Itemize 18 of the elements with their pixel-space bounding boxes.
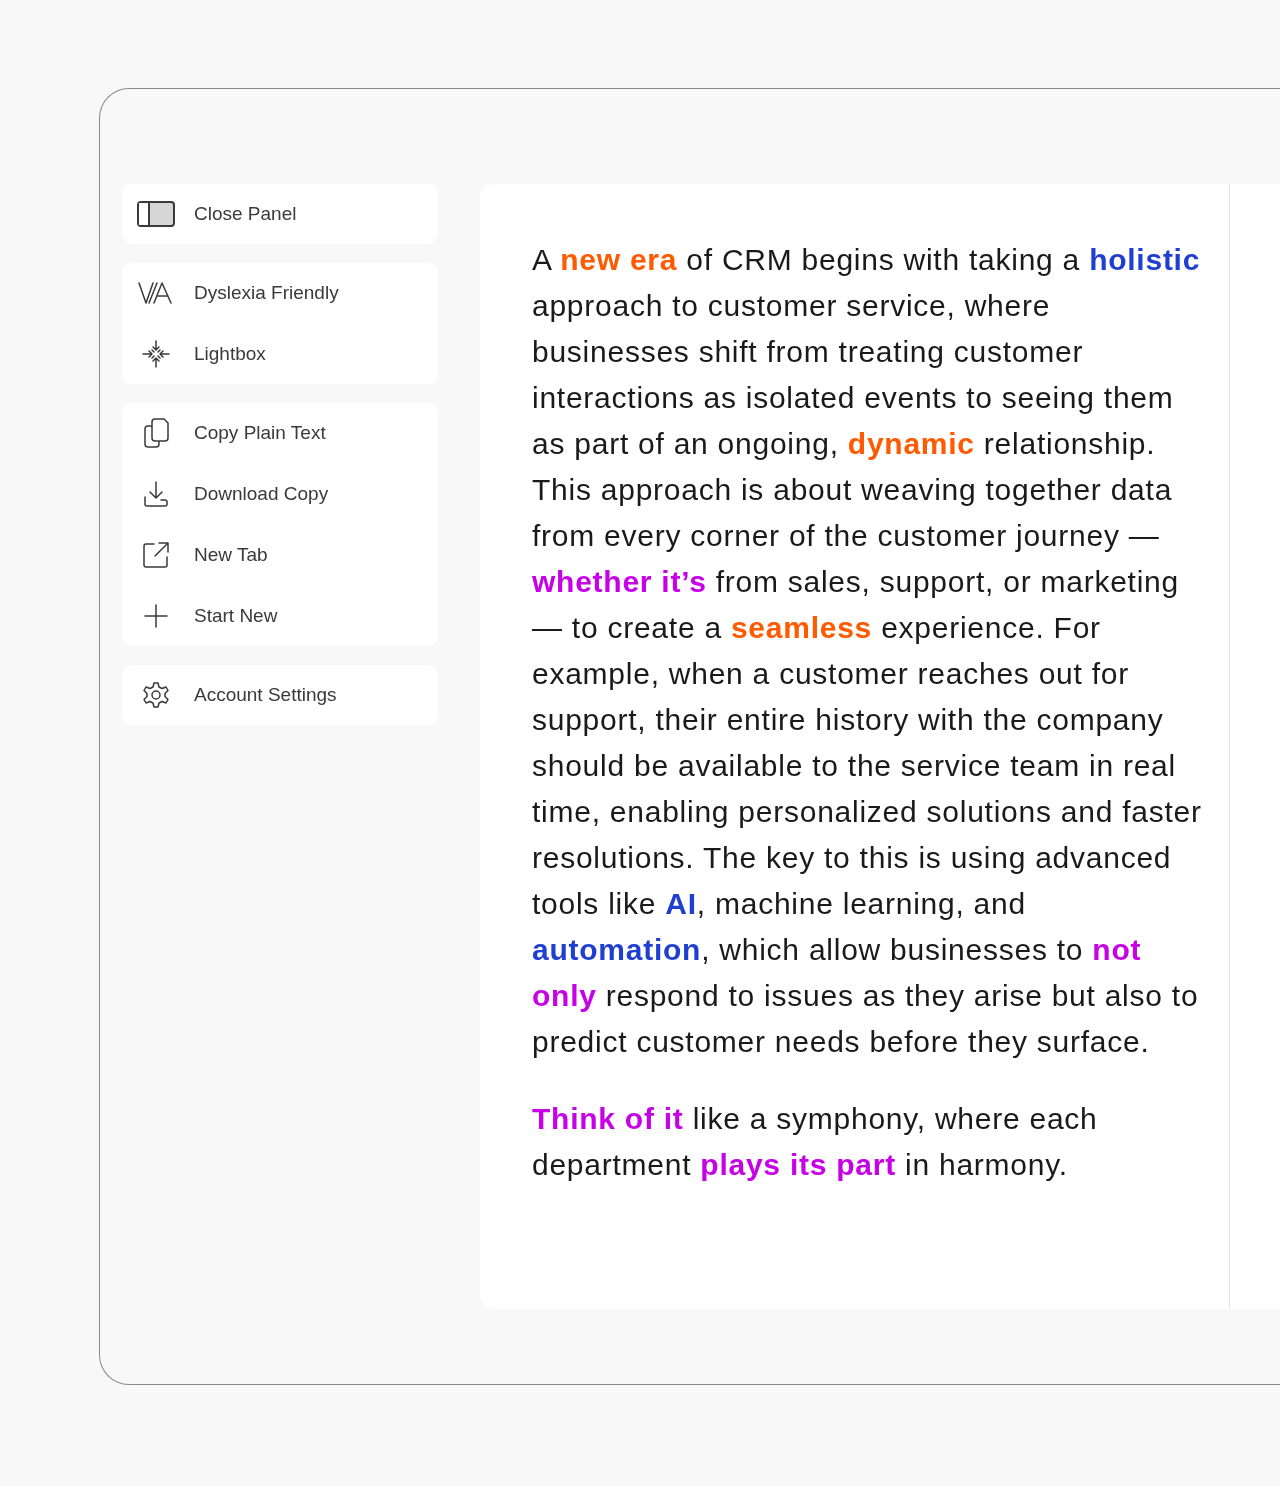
menu-item[interactable]: Account Settings (122, 672, 438, 718)
letters-va-icon (138, 280, 174, 306)
menu-item[interactable]: Start New (122, 593, 438, 639)
menu-item[interactable]: Dyslexia Friendly (122, 270, 438, 316)
menu-item[interactable]: Lightbox (122, 331, 438, 377)
plus-icon (144, 604, 168, 628)
download-icon (142, 480, 170, 508)
paragraph: Think of it like a symphony, where each department plays its part in harmony. (532, 1101, 1099, 1183)
external-link-icon (141, 540, 171, 570)
menu-item[interactable]: Download Copy (122, 471, 438, 517)
copy-icon (142, 417, 170, 449)
sparkle-arrows-icon (141, 339, 171, 369)
menu-item[interactable]: Copy Plain Text (122, 410, 438, 456)
paragraph: A new era of CRM begins with taking a holistic approach to customer service, where businesses shift from treating customer interactions as isolated events to seeing them as part of an ongoing, dynamic relationship. This approach is about weaving together data from every corner of the customer journey — whether it’s from sales, support, or marketing — to create a seamless experience. For example, when a customer reaches out for support, their entire history with the company should be available to the service team in real time, enabling personalized solutions and faster resolutions. The key to this is using advanced tools like AI, machine learning, and automation, which allow businesses to not only respond to issues as they arise but also to predict customer needs before they surface. (532, 242, 1203, 1060)
settings-icon (142, 681, 170, 709)
menu-item[interactable]: New Tab (122, 532, 438, 578)
panel-icon (137, 201, 175, 227)
menu-item[interactable]: Close Panel (122, 191, 438, 237)
